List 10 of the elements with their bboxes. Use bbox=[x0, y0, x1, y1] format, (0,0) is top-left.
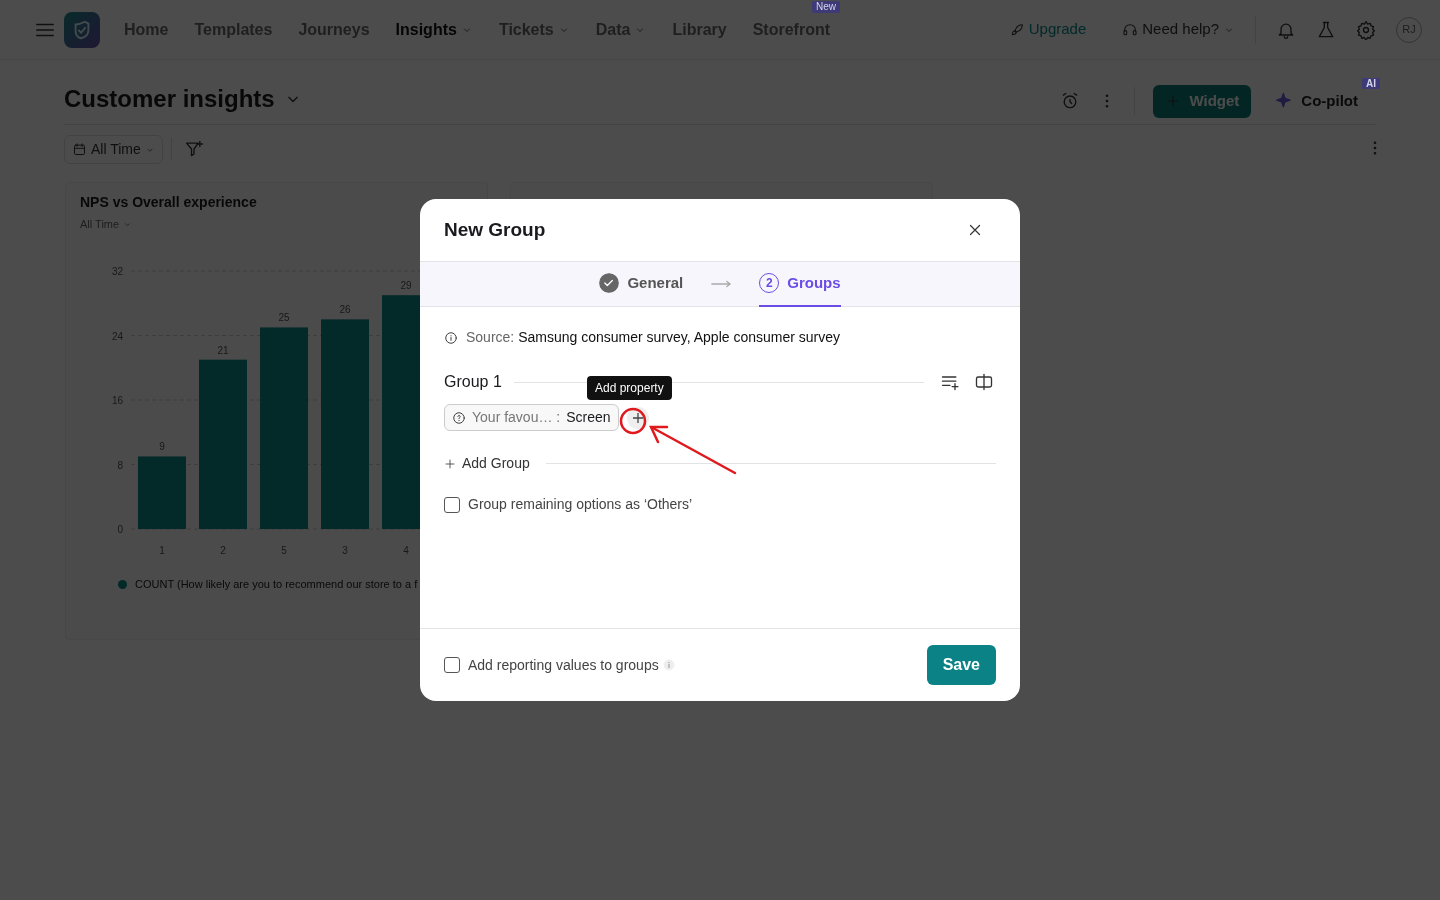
checkbox-label: Add reporting values to groups bbox=[468, 655, 659, 675]
checkbox-label: Group remaining options as ‘Others’ bbox=[468, 495, 693, 514]
ai-badge: AI bbox=[1362, 78, 1380, 89]
legend-label: COUNT (How likely are you to recommend our store to a f bbox=[135, 576, 418, 592]
source-text: Source: Samsung consumer survey, Apple consumer survey bbox=[466, 328, 841, 347]
chart-title: NPS vs Overall experience bbox=[80, 194, 258, 211]
tooltip: Add property bbox=[587, 376, 672, 400]
page-title: Customer insights bbox=[64, 85, 275, 114]
group-name: Group 1 bbox=[444, 372, 502, 392]
dialog-title: New Group bbox=[444, 218, 546, 242]
